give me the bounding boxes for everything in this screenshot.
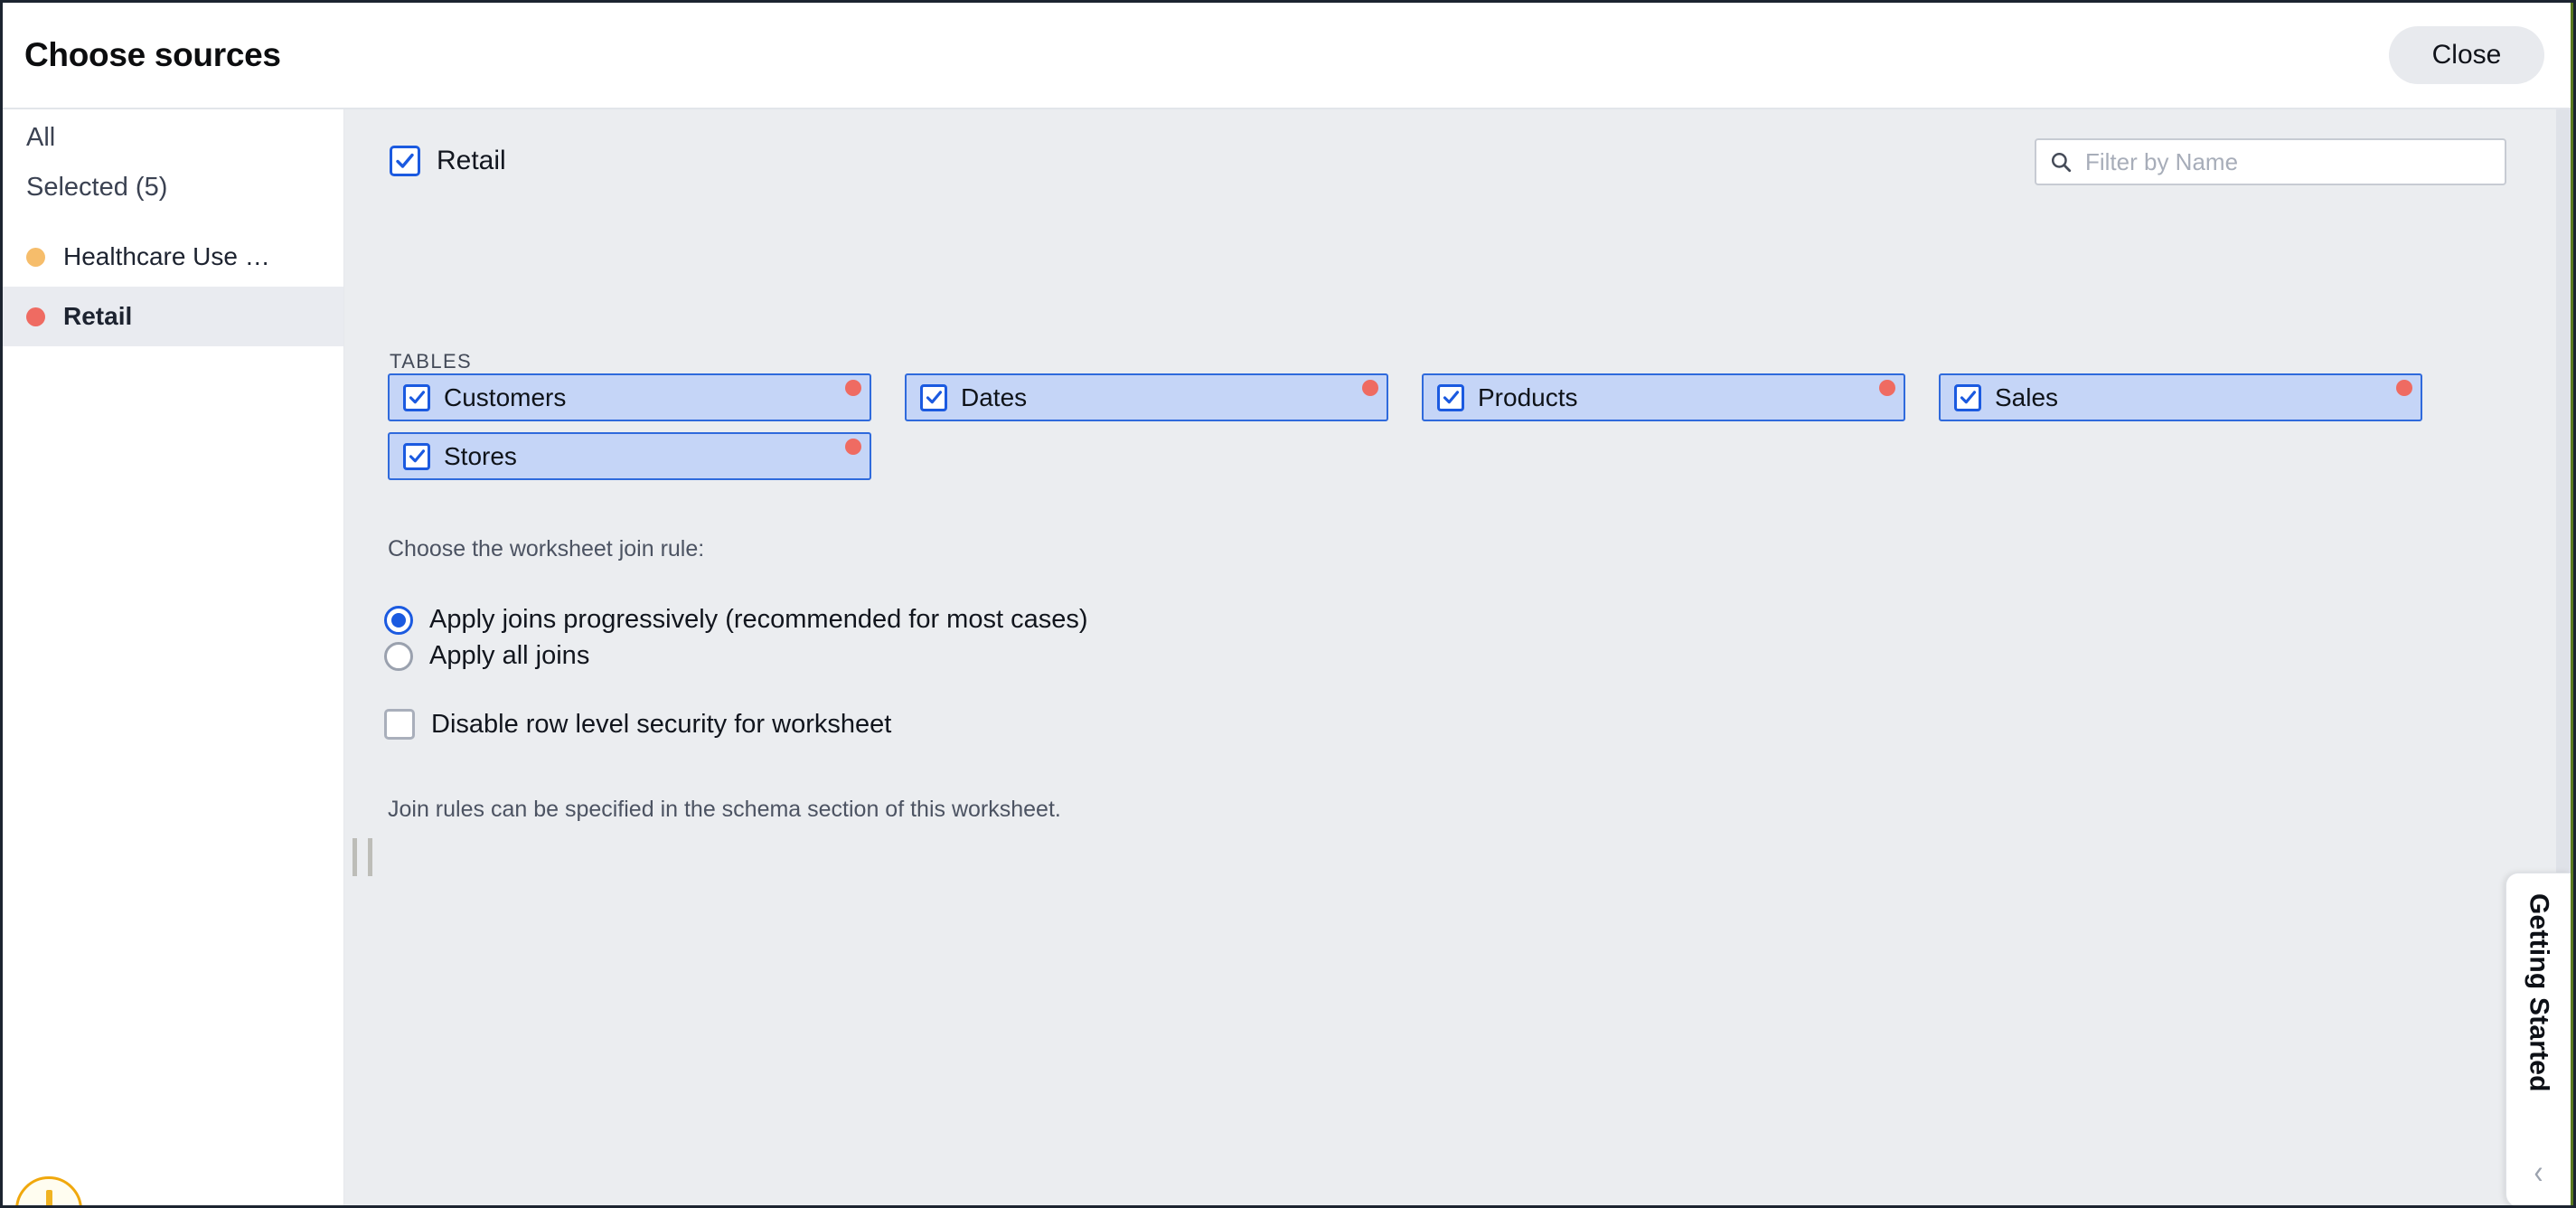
getting-started-label: Getting Started	[2524, 893, 2554, 1092]
table-checkbox[interactable]	[1954, 383, 1981, 411]
disable-rls-checkbox[interactable]	[384, 709, 415, 740]
table-card-customers[interactable]: Customers	[388, 373, 871, 421]
search-input[interactable]	[2085, 147, 2492, 176]
radio-icon-selected[interactable]	[384, 605, 413, 635]
chevron-left-icon[interactable]: ‹	[2534, 1156, 2543, 1190]
table-card-stores[interactable]: Stores	[388, 432, 871, 480]
table-card-products[interactable]: Products	[1422, 373, 1905, 421]
choose-sources-dialog: Choose sources Close All Selected (5) He…	[0, 0, 2576, 1208]
table-name-label: Customers	[444, 382, 567, 411]
join-rule-prompt: Choose the worksheet join rule:	[388, 536, 705, 562]
radio-label: Apply joins progressively (recommended f…	[429, 605, 1088, 634]
table-status-dot-icon	[845, 439, 861, 455]
main-panel: Retail TABLES Customers	[344, 109, 2573, 1205]
sidebar: All Selected (5) Healthcare Use … Retail	[3, 109, 344, 1205]
sidebar-item-retail[interactable]: Retail	[3, 287, 343, 347]
sidebar-link-selected[interactable]: Selected (5)	[3, 163, 343, 212]
close-button[interactable]: Close	[2389, 26, 2544, 84]
table-checkbox[interactable]	[403, 442, 430, 470]
table-name-label: Sales	[1995, 382, 2059, 411]
sidebar-item-healthcare-use[interactable]: Healthcare Use …	[3, 227, 343, 287]
radio-icon-unselected[interactable]	[384, 641, 413, 671]
table-card-sales[interactable]: Sales	[1939, 373, 2422, 421]
source-checkbox[interactable]	[390, 146, 420, 176]
panel-resize-handle[interactable]	[353, 838, 372, 876]
table-status-dot-icon	[1879, 380, 1895, 396]
getting-started-tab[interactable]: Getting Started ‹	[2505, 873, 2571, 1205]
disable-rls-label: Disable row level security for worksheet	[431, 709, 892, 739]
lightbulb-filament	[45, 1190, 52, 1205]
disable-row-level-security-row[interactable]: Disable row level security for worksheet	[384, 709, 891, 740]
table-name-label: Dates	[961, 382, 1028, 411]
table-status-dot-icon	[845, 380, 861, 396]
page-title: Choose sources	[24, 36, 281, 73]
source-checkbox-row[interactable]: Retail	[390, 146, 506, 176]
radio-label: Apply all joins	[429, 641, 590, 670]
search-icon	[2051, 152, 2072, 173]
table-name-label: Products	[1478, 382, 1578, 411]
table-status-dot-icon	[2396, 380, 2412, 396]
table-name-label: Stores	[444, 441, 517, 470]
table-checkbox[interactable]	[403, 383, 430, 411]
filter-search-box[interactable]	[2035, 138, 2506, 185]
tables-grid: Customers Dates Products Sales Stores	[388, 373, 2539, 480]
join-rules-note: Join rules can be specified in the schem…	[388, 797, 1061, 822]
radio-apply-all-joins[interactable]: Apply all joins	[384, 641, 589, 671]
table-card-dates[interactable]: Dates	[905, 373, 1388, 421]
radio-apply-joins-progressively[interactable]: Apply joins progressively (recommended f…	[384, 605, 1088, 635]
table-checkbox[interactable]	[920, 383, 947, 411]
table-status-dot-icon	[1362, 380, 1378, 396]
source-dot-icon	[26, 307, 45, 326]
source-label: Retail	[437, 146, 506, 175]
sidebar-item-label: Retail	[63, 302, 133, 331]
window-edge-accent	[2571, 3, 2573, 1205]
table-checkbox[interactable]	[1437, 383, 1464, 411]
tables-section-heading: TABLES	[390, 350, 473, 373]
sidebar-item-label: Healthcare Use …	[63, 242, 270, 271]
sidebar-link-all[interactable]: All	[3, 109, 343, 163]
source-dot-icon	[26, 247, 45, 267]
dialog-header: Choose sources Close	[3, 3, 2573, 109]
